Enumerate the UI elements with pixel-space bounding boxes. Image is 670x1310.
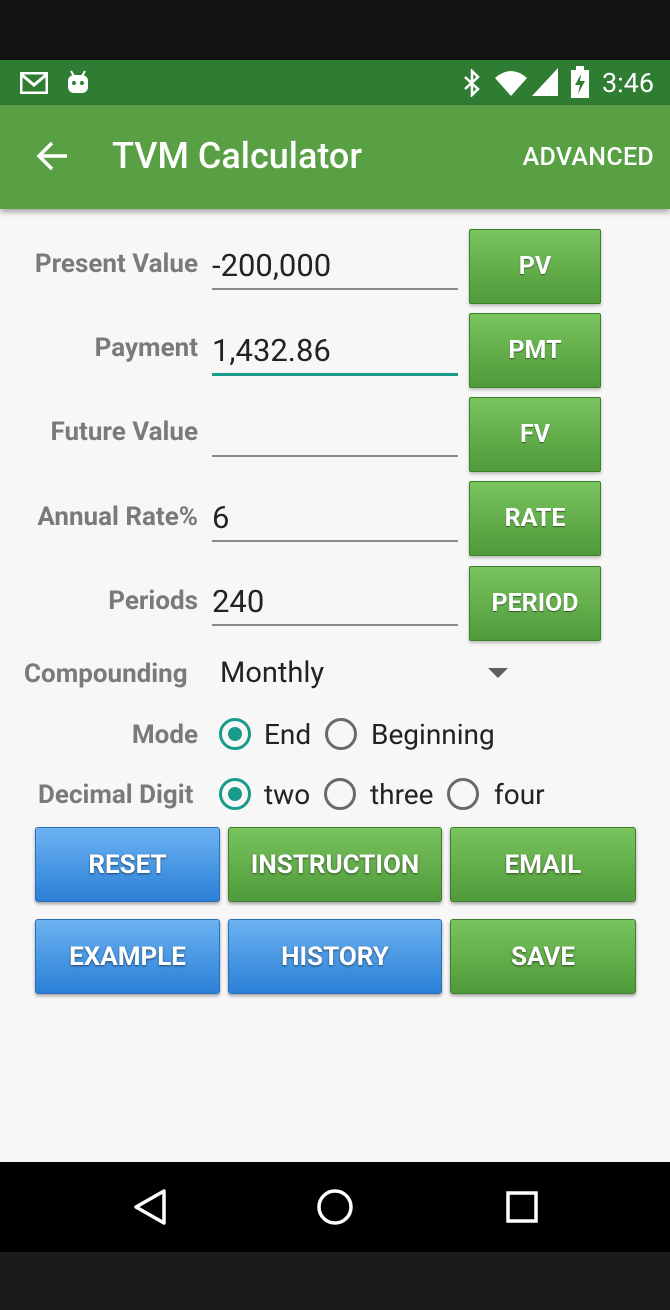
compounding-value: Monthly (220, 656, 325, 690)
save-button[interactable]: SAVE (450, 919, 636, 994)
reset-button[interactable]: RESET (35, 827, 220, 902)
decimal-four-radio[interactable] (447, 778, 479, 810)
decimal-three-label[interactable]: three (370, 778, 434, 811)
pv-button[interactable]: PV (469, 229, 601, 304)
gmail-icon (20, 72, 48, 94)
mode-beginning-radio[interactable] (325, 718, 357, 750)
app-bar: TVM Calculator ADVANCED (0, 105, 670, 209)
period-button[interactable]: PERIOD (469, 566, 601, 641)
periods-label: Periods (108, 586, 198, 616)
periods-input[interactable]: 240 (212, 564, 458, 626)
battery-charging-icon (571, 66, 589, 98)
history-button[interactable]: HISTORY (228, 919, 442, 994)
decimal-four-label[interactable]: four (494, 778, 545, 811)
decimal-two-radio[interactable] (219, 778, 251, 810)
bluetooth-icon (464, 69, 480, 97)
page-title: TVM Calculator (112, 135, 363, 177)
mode-beginning-label[interactable]: Beginning (371, 718, 495, 751)
future-value-input[interactable] (212, 395, 458, 457)
wifi-icon (495, 71, 527, 96)
annual-rate-label: Annual Rate% (37, 502, 198, 532)
status-bar: 3:46 (0, 60, 670, 105)
decimal-three-radio[interactable] (324, 778, 356, 810)
back-arrow-icon[interactable] (36, 139, 70, 173)
future-value-label: Future Value (50, 417, 199, 447)
decimal-two-label[interactable]: two (264, 778, 310, 811)
navigation-bar (0, 1162, 670, 1252)
email-button[interactable]: EMAIL (450, 827, 636, 902)
signal-icon (532, 68, 558, 96)
annual-rate-input[interactable]: 6 (212, 480, 458, 542)
payment-label: Payment (94, 333, 198, 363)
calculator-form: Present Value -200,000 PV Payment 1,432.… (0, 209, 670, 1162)
status-time: 3:46 (601, 67, 654, 99)
dropdown-arrow-icon (488, 668, 508, 678)
payment-input[interactable]: 1,432.86 (212, 313, 458, 376)
recents-nav-icon[interactable] (505, 1190, 539, 1224)
bottom-letterbox (0, 1252, 670, 1310)
rate-button[interactable]: RATE (469, 481, 601, 556)
instruction-button[interactable]: INSTRUCTION (228, 827, 442, 902)
decimal-digit-label: Decimal Digit (38, 780, 194, 810)
home-nav-icon[interactable] (316, 1188, 354, 1226)
example-button[interactable]: EXAMPLE (35, 919, 220, 994)
mode-end-radio[interactable] (219, 718, 251, 750)
fv-button[interactable]: FV (469, 397, 601, 472)
top-letterbox (0, 0, 670, 60)
mode-end-label[interactable]: End (264, 718, 311, 751)
compounding-label: Compounding (24, 659, 188, 689)
mode-label: Mode (131, 720, 198, 750)
advanced-button[interactable]: ADVANCED (523, 143, 654, 172)
present-value-input[interactable]: -200,000 (212, 228, 458, 290)
pmt-button[interactable]: PMT (469, 313, 601, 388)
android-icon (68, 70, 88, 93)
present-value-label: Present Value (34, 249, 198, 279)
back-nav-icon[interactable] (132, 1188, 168, 1226)
